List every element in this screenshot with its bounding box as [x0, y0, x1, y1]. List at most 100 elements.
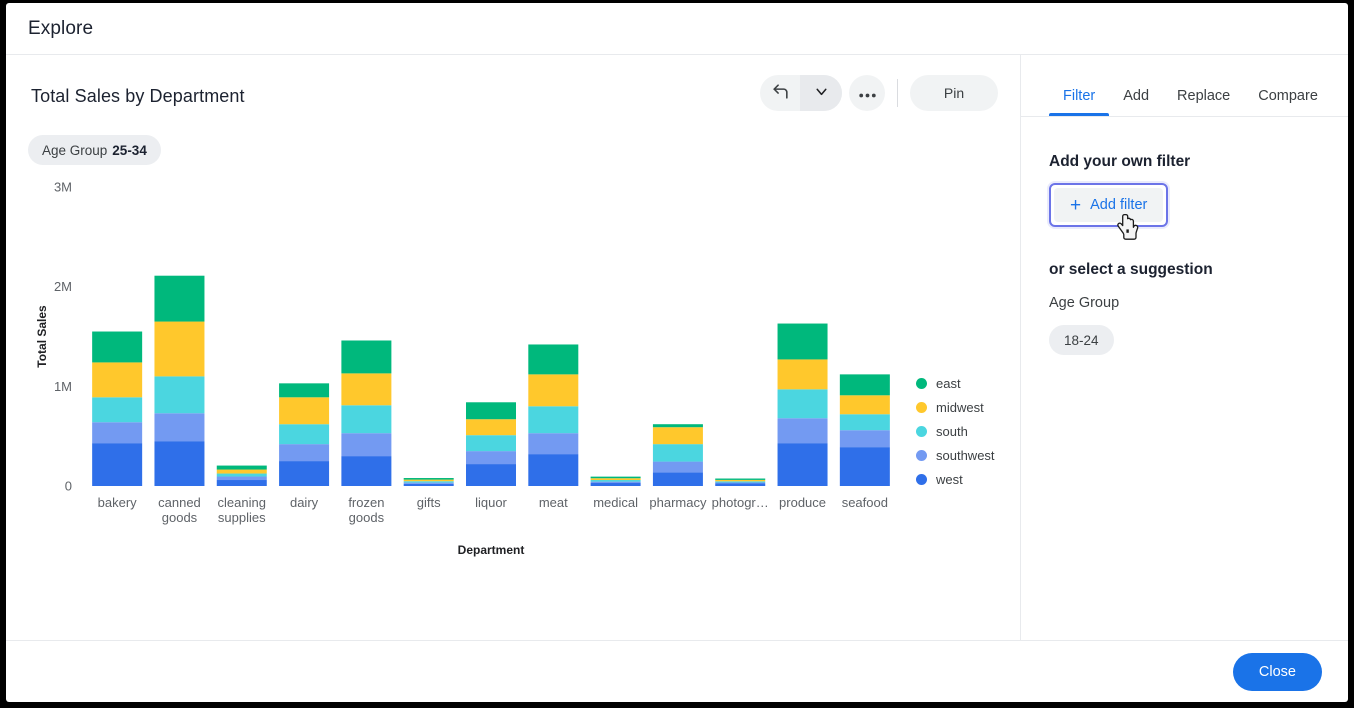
legend-item-southwest[interactable]: southwest — [916, 443, 995, 467]
chart-area: 01M2M3MTotal Salesbakerycannedgoodsclean… — [6, 169, 1020, 640]
bar-segment[interactable] — [591, 482, 641, 483]
bar-segment[interactable] — [217, 470, 267, 474]
bar-segment[interactable] — [653, 462, 703, 473]
bar-segment[interactable] — [92, 362, 142, 397]
legend-item-east[interactable]: east — [916, 371, 995, 395]
bar-segment[interactable] — [217, 474, 267, 477]
tab-filter[interactable]: Filter — [1049, 88, 1109, 116]
tab-add[interactable]: Add — [1109, 88, 1163, 116]
bar-segment[interactable] — [466, 464, 516, 486]
bar-segment[interactable] — [715, 483, 765, 484]
bar-segment[interactable] — [279, 397, 329, 424]
close-button[interactable]: Close — [1233, 653, 1322, 691]
suggestion-field-name: Age Group — [1049, 295, 1320, 311]
bar-segment[interactable] — [92, 422, 142, 443]
bar-segment[interactable] — [341, 456, 391, 486]
bar-segment[interactable] — [715, 480, 765, 481]
pin-button[interactable]: Pin — [910, 75, 998, 111]
bar-segment[interactable] — [92, 332, 142, 363]
bar-segment[interactable] — [404, 483, 454, 484]
bar-segment[interactable] — [778, 418, 828, 443]
bar-segment[interactable] — [778, 389, 828, 418]
bar-segment[interactable] — [591, 480, 641, 482]
modal-body: Total Sales by Department — [6, 55, 1348, 640]
bar-segment[interactable] — [715, 484, 765, 486]
bar-segment[interactable] — [404, 481, 454, 482]
bar-segment[interactable] — [840, 430, 890, 447]
legend-item-west[interactable]: west — [916, 467, 995, 491]
bar-segment[interactable] — [528, 433, 578, 454]
bar-segment[interactable] — [154, 413, 204, 441]
bar-segment[interactable] — [154, 276, 204, 322]
bar-segment[interactable] — [840, 447, 890, 486]
bar-segment[interactable] — [341, 340, 391, 373]
y-axis-tick-label: 2M — [54, 279, 72, 294]
x-axis-tick-label: meat — [539, 495, 568, 510]
add-filter-button[interactable]: + Add filter — [1054, 188, 1163, 222]
filter-chip-field: Age Group — [42, 143, 107, 158]
bar-segment[interactable] — [466, 419, 516, 435]
bar-segment[interactable] — [466, 435, 516, 451]
chevron-down-icon — [813, 83, 830, 103]
bar-segment[interactable] — [92, 397, 142, 422]
bar-segment[interactable] — [279, 461, 329, 486]
bar-segment[interactable] — [404, 480, 454, 482]
filter-chip[interactable]: Age Group25-34 — [28, 135, 161, 165]
bar-segment[interactable] — [154, 441, 204, 486]
bar-segment[interactable] — [840, 414, 890, 430]
bar-segment[interactable] — [154, 322, 204, 377]
x-axis-tick-label: dairy — [290, 495, 319, 510]
add-filter-label: Add filter — [1090, 197, 1147, 213]
bar-segment[interactable] — [466, 402, 516, 419]
bar-segment[interactable] — [653, 427, 703, 444]
bar-segment[interactable] — [591, 477, 641, 479]
undo-button[interactable] — [760, 75, 800, 111]
x-axis-tick-label: pharmacy — [649, 495, 707, 510]
bar-segment[interactable] — [279, 444, 329, 461]
tab-compare[interactable]: Compare — [1244, 88, 1332, 116]
bar-segment[interactable] — [341, 433, 391, 456]
legend-color-swatch — [916, 426, 927, 437]
visualization-toolbar-row: Total Sales by Department — [6, 55, 1020, 117]
bar-segment[interactable] — [778, 359, 828, 389]
bar-segment[interactable] — [528, 374, 578, 406]
more-options-button[interactable] — [849, 75, 885, 111]
bar-segment[interactable] — [466, 451, 516, 464]
bar-segment[interactable] — [404, 484, 454, 486]
legend-color-swatch — [916, 450, 927, 461]
legend-item-midwest[interactable]: midwest — [916, 395, 995, 419]
bar-segment[interactable] — [653, 444, 703, 461]
legend-color-swatch — [916, 474, 927, 485]
x-axis-tick-label: photogr… — [712, 495, 769, 510]
bar-segment[interactable] — [341, 373, 391, 405]
bar-segment[interactable] — [715, 479, 765, 480]
tab-replace[interactable]: Replace — [1163, 88, 1244, 116]
bar-segment[interactable] — [528, 454, 578, 486]
bar-segment[interactable] — [715, 481, 765, 482]
bar-segment[interactable] — [154, 376, 204, 413]
suggestion-chip[interactable]: 18-24 — [1049, 325, 1114, 355]
undo-history-dropdown-button[interactable] — [800, 75, 842, 111]
bar-segment[interactable] — [217, 466, 267, 470]
modal-header: Explore — [6, 3, 1348, 55]
bar-segment[interactable] — [279, 383, 329, 397]
bar-segment[interactable] — [528, 344, 578, 374]
bar-segment[interactable] — [404, 478, 454, 480]
bar-segment[interactable] — [778, 443, 828, 486]
bar-segment[interactable] — [653, 473, 703, 486]
bar-segment[interactable] — [528, 406, 578, 433]
bar-segment[interactable] — [591, 478, 641, 480]
bar-segment[interactable] — [279, 424, 329, 444]
filter-panel: Add your own filter + Add filter — [1021, 117, 1348, 355]
bar-segment[interactable] — [92, 443, 142, 486]
bar-segment[interactable] — [778, 324, 828, 360]
bar-segment[interactable] — [653, 424, 703, 427]
bar-segment[interactable] — [840, 374, 890, 395]
bar-segment[interactable] — [591, 483, 641, 486]
stacked-bar-chart[interactable]: 01M2M3MTotal Salesbakerycannedgoodsclean… — [6, 169, 1020, 589]
bar-segment[interactable] — [341, 405, 391, 433]
legend-item-south[interactable]: south — [916, 419, 995, 443]
bar-segment[interactable] — [217, 480, 267, 486]
bar-segment[interactable] — [840, 395, 890, 414]
bar-segment[interactable] — [217, 477, 267, 480]
